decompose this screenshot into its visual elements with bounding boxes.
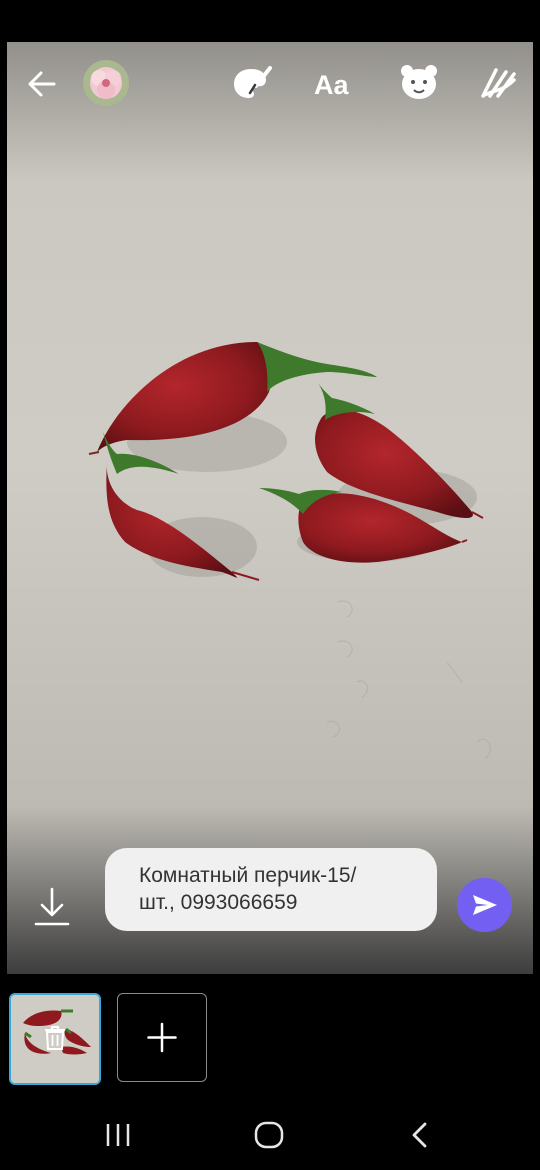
thumbnail-selected[interactable]: [9, 993, 101, 1085]
caption-text-line2: шт., 0993066659: [139, 891, 298, 914]
home-icon[interactable]: [254, 1121, 284, 1149]
top-toolbar: Aa: [7, 42, 533, 132]
text-style-icon[interactable]: Aa: [314, 68, 360, 102]
download-button[interactable]: [30, 884, 74, 930]
send-icon: [473, 895, 497, 915]
doodle-icon[interactable]: [480, 66, 518, 100]
add-media-button[interactable]: [117, 993, 207, 1082]
paint-brush-icon[interactable]: [232, 64, 274, 102]
system-nav-bar: [0, 1095, 540, 1170]
plus-icon: [147, 1022, 177, 1053]
caption-input[interactable]: Комнатный перчик-15/ шт., 0993066659: [105, 848, 437, 931]
avatar[interactable]: [83, 60, 129, 106]
recent-apps-icon[interactable]: [104, 1122, 132, 1148]
back-arrow-icon[interactable]: [27, 70, 57, 98]
back-nav-icon[interactable]: [410, 1121, 430, 1149]
photo-preview[interactable]: [7, 42, 533, 974]
trash-icon[interactable]: [43, 1025, 67, 1051]
thumbnail-strip: [0, 975, 540, 1090]
photo-image: [7, 42, 533, 974]
caption-text-line1: Комнатный перчик-15/: [139, 864, 357, 887]
send-button[interactable]: [457, 878, 512, 932]
download-icon: [34, 887, 70, 926]
sticker-icon[interactable]: [400, 64, 438, 100]
